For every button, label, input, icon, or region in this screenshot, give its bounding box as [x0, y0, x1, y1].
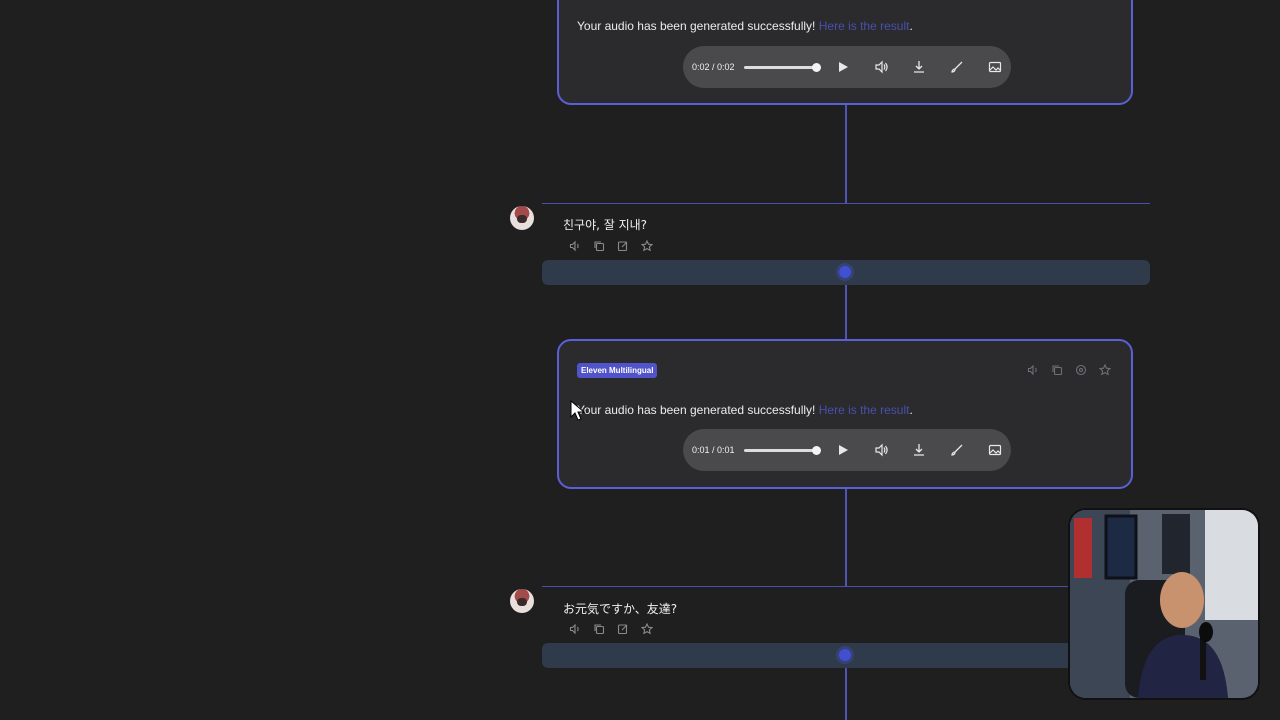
audio-progress-slider[interactable] [743, 62, 821, 72]
assistant-response-card: Eleven Multilingual Your audio has been … [557, 339, 1133, 489]
audio-time: 0:01 / 0:01 [692, 445, 735, 455]
audio-progress-thumb[interactable] [812, 445, 821, 455]
copy-icon[interactable] [592, 239, 605, 252]
assistant-response-card: Your audio has been generated successful… [557, 0, 1133, 105]
speaker-icon[interactable] [1026, 363, 1039, 376]
divider-line [542, 203, 1150, 204]
webcam-overlay [1070, 510, 1258, 698]
response-message: Your audio has been generated successful… [577, 403, 913, 417]
connector-line [845, 285, 847, 341]
download-icon[interactable] [911, 442, 927, 458]
user-message-actions [568, 622, 653, 635]
brush-icon[interactable] [949, 442, 965, 458]
audio-player: 0:02 / 0:02 [683, 46, 1011, 88]
user-message: 친구야, 잘 지내? [563, 218, 648, 232]
response-text: Your audio has been generated successful… [577, 19, 816, 33]
play-icon[interactable] [835, 59, 851, 75]
star-icon[interactable] [1098, 363, 1111, 376]
branch-node[interactable] [839, 649, 851, 661]
edit-icon[interactable] [616, 239, 629, 252]
image-icon[interactable] [987, 59, 1003, 75]
connector-line [845, 488, 847, 586]
divider-line [542, 586, 1150, 587]
result-link[interactable]: Here is the result [819, 19, 910, 33]
user-message: お元気ですか、友達? [563, 602, 678, 616]
connector-line [845, 668, 847, 720]
volume-icon[interactable] [873, 442, 889, 458]
brush-icon[interactable] [949, 59, 965, 75]
user-avatar [510, 206, 534, 230]
response-suffix: . [909, 19, 913, 33]
webcam-feed [1070, 510, 1258, 698]
speaker-icon[interactable] [568, 622, 581, 635]
result-link[interactable]: Here is the result [819, 403, 910, 417]
star-icon[interactable] [640, 622, 653, 635]
response-actions [1026, 363, 1111, 376]
user-avatar [510, 589, 534, 613]
branch-bar[interactable] [542, 643, 1150, 668]
audio-player: 0:01 / 0:01 [683, 429, 1011, 471]
branch-bar[interactable] [542, 260, 1150, 285]
copy-icon[interactable] [592, 622, 605, 635]
connector-line [845, 104, 847, 204]
volume-icon[interactable] [873, 59, 889, 75]
user-message-actions [568, 239, 653, 252]
play-icon[interactable] [835, 442, 851, 458]
settings-icon[interactable] [1074, 363, 1087, 376]
branch-node[interactable] [839, 266, 851, 278]
response-suffix: . [909, 403, 913, 417]
audio-progress-thumb[interactable] [812, 62, 821, 72]
audio-progress-slider[interactable] [743, 445, 821, 455]
model-badge: Eleven Multilingual [577, 363, 658, 378]
speaker-icon[interactable] [568, 239, 581, 252]
response-text: Your audio has been generated successful… [577, 403, 816, 417]
download-icon[interactable] [911, 59, 927, 75]
audio-time: 0:02 / 0:02 [692, 62, 735, 72]
star-icon[interactable] [640, 239, 653, 252]
copy-icon[interactable] [1050, 363, 1063, 376]
edit-icon[interactable] [616, 622, 629, 635]
mouse-cursor-icon [570, 399, 586, 427]
response-message: Your audio has been generated successful… [577, 19, 913, 33]
image-icon[interactable] [987, 442, 1003, 458]
